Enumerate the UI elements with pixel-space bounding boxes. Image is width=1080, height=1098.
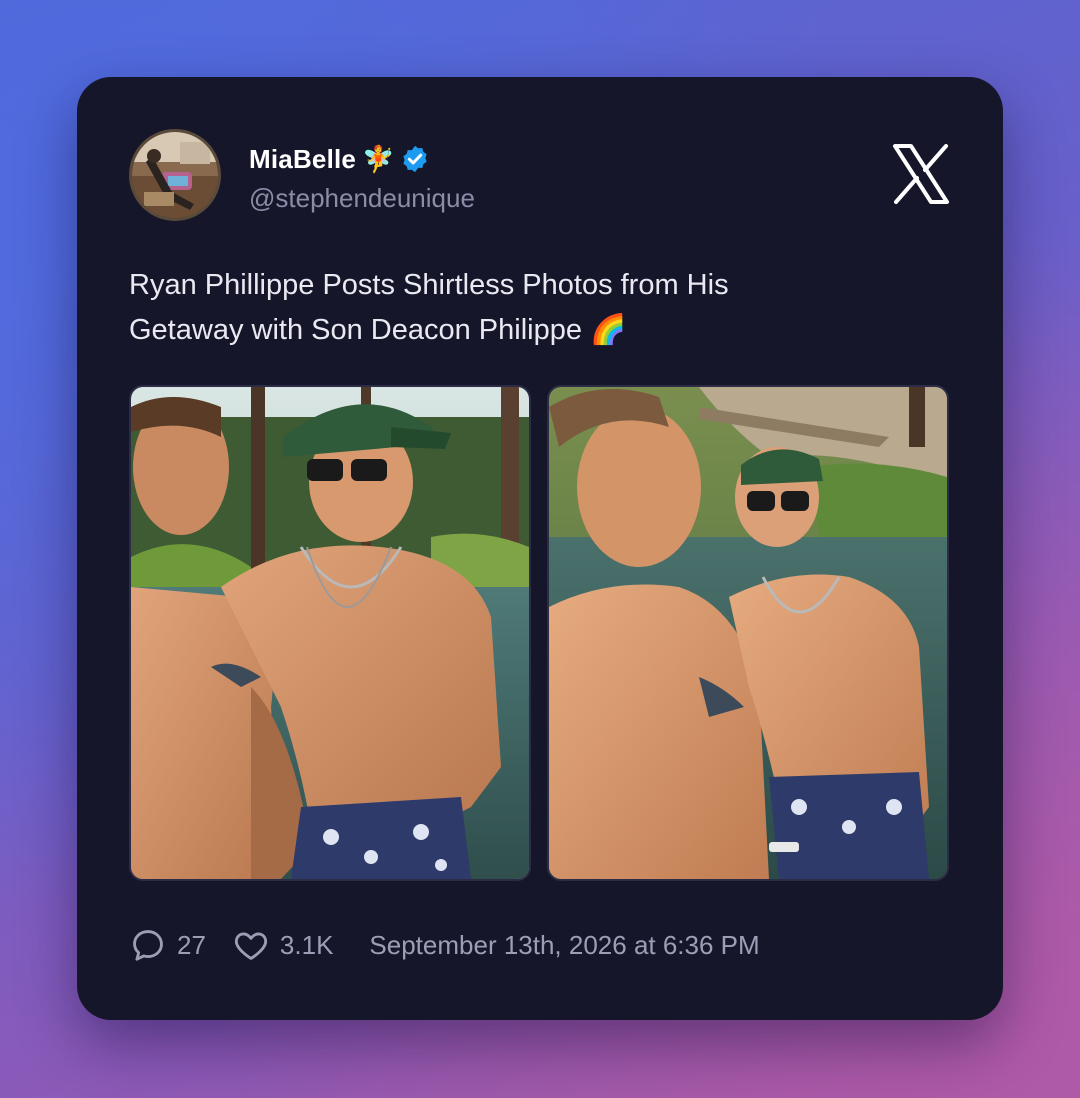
photo-1[interactable] <box>129 385 531 881</box>
fairy-emoji: 🧚 <box>362 144 395 174</box>
reply-metric[interactable]: 27 <box>129 926 206 964</box>
avatar[interactable] <box>129 129 221 221</box>
photo-2[interactable] <box>547 385 949 881</box>
media-grid <box>129 385 951 881</box>
tweet-timestamp[interactable]: September 13th, 2026 at 6:36 PM <box>369 930 759 961</box>
like-count: 3.1K <box>279 929 334 960</box>
author-handle[interactable]: @stephendeunique <box>249 183 475 214</box>
heart-icon <box>234 932 267 960</box>
display-name[interactable]: MiaBelle <box>249 144 356 175</box>
tweet-text: Ryan Phillippe Posts Shirtless Photos fr… <box>129 263 949 353</box>
tweet-text-line-2: Getaway with Son Deacon Philippe 🌈 <box>129 314 627 346</box>
tweet-card: MiaBelle 🧚 @stephendeunique Ryan Phillip… <box>77 77 1003 1020</box>
photo-forest-lake-two-men <box>131 387 529 879</box>
tweet-text-line-1: Ryan Phillippe Posts Shirtless Photos fr… <box>129 269 729 301</box>
verified-badge-icon <box>403 145 428 173</box>
tweet-footer: 27 3.1K September 13th, 2026 at 6:36 PM <box>129 925 760 965</box>
author-name-row[interactable]: MiaBelle 🧚 <box>249 141 430 177</box>
avatar-image <box>132 132 218 218</box>
reply-icon <box>133 930 163 961</box>
like-metric[interactable]: 3.1K <box>232 926 334 964</box>
x-logo-icon[interactable] <box>891 143 951 205</box>
photo-creek-two-men-la-cap <box>549 387 947 879</box>
reply-count: 27 <box>177 929 206 960</box>
